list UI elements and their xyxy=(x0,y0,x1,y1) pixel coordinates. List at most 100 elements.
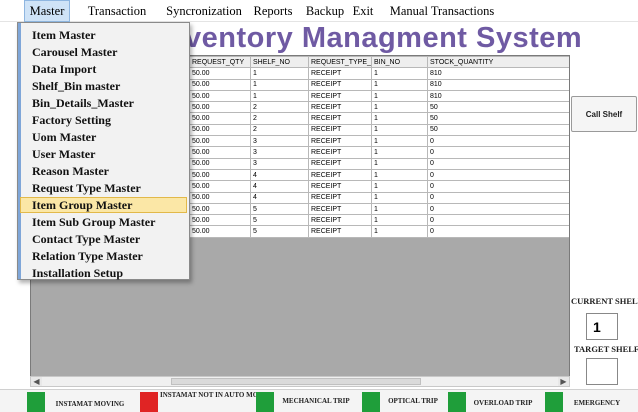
menu-item-item-sub-group-master[interactable]: Item Sub Group Master xyxy=(20,214,187,230)
table-cell: RECEIPT xyxy=(308,67,372,80)
table-cell: RECEIPT xyxy=(308,123,372,137)
menu-item-relation-type-master[interactable]: Relation Type Master xyxy=(20,248,187,264)
menu-item-item-master[interactable]: Item Master xyxy=(20,27,187,43)
column-header[interactable]: STOCK_QUANTITY xyxy=(427,56,569,69)
instamat-moving-indicator xyxy=(27,392,45,412)
table-cell: 50.00 xyxy=(189,202,251,216)
column-header[interactable]: REQUEST_QTY xyxy=(189,56,251,69)
table-cell: 0 xyxy=(427,214,569,227)
table-cell: 50.00 xyxy=(189,101,251,114)
table-cell: 0 xyxy=(427,180,569,193)
table-cell: 810 xyxy=(427,67,569,80)
table-cell: RECEIPT xyxy=(308,135,372,148)
table-cell: 1 xyxy=(250,89,309,103)
table-cell: RECEIPT xyxy=(308,101,372,114)
table-cell: 50.00 xyxy=(189,157,251,170)
scroll-right-icon[interactable]: ▶ xyxy=(558,377,569,386)
scroll-left-icon[interactable]: ◀ xyxy=(31,377,42,386)
table-cell: RECEIPT xyxy=(308,180,372,193)
menu-item-installation-setup[interactable]: Installation Setup xyxy=(20,265,187,281)
table-cell: 50 xyxy=(427,123,569,137)
menu-manual-transactions[interactable]: Manual Transactions xyxy=(380,0,504,22)
status-bar: INSTAMAT MOVING INSTAMAT NOT IN AUTO MOD… xyxy=(0,389,638,412)
table-cell: 0 xyxy=(427,191,569,204)
table-cell: 1 xyxy=(371,67,428,80)
table-cell: 3 xyxy=(250,157,309,170)
table-cell: 1 xyxy=(371,214,428,227)
scroll-thumb[interactable] xyxy=(171,378,421,385)
table-cell: RECEIPT xyxy=(308,191,372,204)
table-cell: 810 xyxy=(427,78,569,91)
table-cell: 1 xyxy=(371,225,428,238)
table-cell: 50.00 xyxy=(189,214,251,227)
table-cell: 3 xyxy=(250,135,309,148)
table-cell: 4 xyxy=(250,191,309,204)
menu-item-request-type-master[interactable]: Request Type Master xyxy=(20,180,187,196)
table-cell: 1 xyxy=(371,78,428,91)
menu-exit[interactable]: Exit xyxy=(350,0,376,22)
table-cell: 4 xyxy=(250,180,309,193)
table-cell: 1 xyxy=(250,67,309,80)
table-cell: 810 xyxy=(427,89,569,103)
column-header[interactable]: BIN_NO xyxy=(371,56,428,69)
optical-trip-indicator xyxy=(362,392,380,412)
menu-item-shelf-bin-master[interactable]: Shelf_Bin master xyxy=(20,78,187,94)
menu-item-factory-setting[interactable]: Factory Setting xyxy=(20,112,187,128)
table-cell: 0 xyxy=(427,157,569,170)
auto-mode-label: INSTAMAT NOT IN AUTO MODE xyxy=(160,391,268,399)
menu-bar: Master Transaction Syncronization Report… xyxy=(0,0,638,22)
call-shelf-button[interactable]: Call Shelf xyxy=(571,96,637,132)
table-cell: 3 xyxy=(250,146,309,159)
auto-mode-indicator xyxy=(140,392,158,412)
overload-trip-label: OVERLOAD TRIP xyxy=(473,399,533,407)
target-shelf-input[interactable] xyxy=(586,358,618,385)
menu-item-uom-master[interactable]: Uom Master xyxy=(20,129,187,145)
table-cell: 0 xyxy=(427,168,569,182)
table-cell: 0 xyxy=(427,225,569,238)
menu-item-contact-type-master[interactable]: Contact Type Master xyxy=(20,231,187,247)
column-header[interactable]: SHELF_NO xyxy=(250,56,309,69)
table-cell: 1 xyxy=(371,202,428,216)
table-cell: 50.00 xyxy=(189,180,251,193)
menu-master[interactable]: Master xyxy=(24,0,70,22)
table-cell: 1 xyxy=(371,157,428,170)
menu-item-user-master[interactable]: User Master xyxy=(20,146,187,162)
instamat-moving-label: INSTAMAT MOVING xyxy=(55,400,125,408)
current-shelf-label: CURRENT SHELF xyxy=(571,296,638,306)
table-cell: 1 xyxy=(371,89,428,103)
table-cell: 50 xyxy=(427,101,569,114)
table-cell: RECEIPT xyxy=(308,225,372,238)
menu-backup[interactable]: Backup xyxy=(302,0,348,22)
menu-item-reason-master[interactable]: Reason Master xyxy=(20,163,187,179)
table-cell: 1 xyxy=(371,191,428,204)
table-cell: 5 xyxy=(250,202,309,216)
menu-item-bin-details-master[interactable]: Bin_Details_Master xyxy=(20,95,187,111)
menu-reports[interactable]: Reports xyxy=(248,0,298,22)
table-cell: 1 xyxy=(371,135,428,148)
target-shelf-label: TARGET SHELF xyxy=(574,344,638,354)
table-cell: 2 xyxy=(250,112,309,125)
menu-item-item-group-master[interactable]: Item Group Master xyxy=(20,197,187,213)
table-cell: RECEIPT xyxy=(308,89,372,103)
table-cell: 1 xyxy=(371,123,428,137)
table-cell: 50.00 xyxy=(189,168,251,182)
column-header[interactable]: REQUEST_TYPE_ xyxy=(308,56,372,69)
menu-item-carousel-master[interactable]: Carousel Master xyxy=(20,44,187,60)
table-cell: 1 xyxy=(371,180,428,193)
menu-syncronization[interactable]: Syncronization xyxy=(162,0,246,22)
table-cell: 2 xyxy=(250,101,309,114)
current-shelf-value: 1 xyxy=(586,313,618,340)
table-cell: RECEIPT xyxy=(308,214,372,227)
table-cell: 50.00 xyxy=(189,67,251,80)
horizontal-scrollbar[interactable]: ◀ ▶ xyxy=(30,376,570,387)
page-title: ventory Managment System xyxy=(185,22,583,54)
table-cell: RECEIPT xyxy=(308,78,372,91)
table-cell: 5 xyxy=(250,225,309,238)
menu-transaction[interactable]: Transaction xyxy=(74,0,160,22)
menu-item-data-import[interactable]: Data Import xyxy=(20,61,187,77)
table-cell: 50.00 xyxy=(189,146,251,159)
table-cell: RECEIPT xyxy=(308,112,372,125)
table-cell: 4 xyxy=(250,168,309,182)
table-cell: RECEIPT xyxy=(308,168,372,182)
optical-trip-label: OPTICAL TRIP xyxy=(388,397,438,405)
